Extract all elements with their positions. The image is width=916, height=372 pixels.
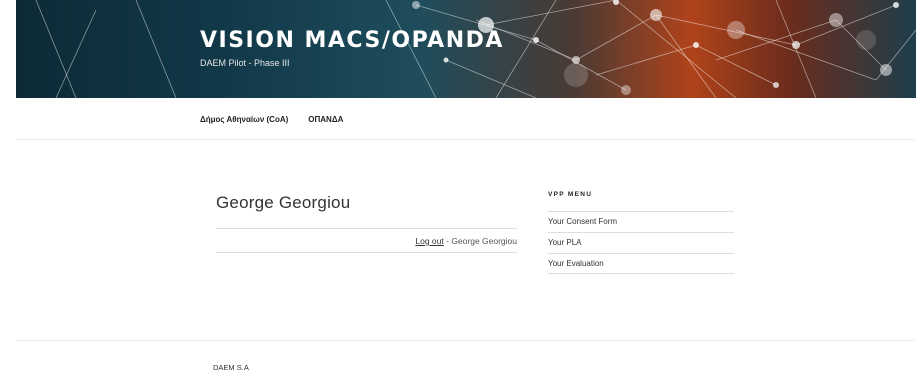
logout-row: Log out - George Georgiou	[216, 236, 517, 246]
footer-divider	[16, 340, 916, 341]
logout-username: - George Georgiou	[443, 236, 517, 246]
logout-link[interactable]: Log out	[415, 236, 443, 246]
page-title: George Georgiou	[216, 193, 351, 212]
site-title[interactable]: VISION MACS/OPANDA	[200, 28, 504, 53]
footer-text: DAEM S.A	[213, 363, 249, 372]
nav-item-opanda[interactable]: ΟΠΑΝΔΑ	[308, 115, 343, 124]
sidebar-widget-title: VPP MENU	[548, 191, 593, 198]
sidebar-item-consent-form[interactable]: Your Consent Form	[548, 211, 734, 232]
entry-divider-bottom	[216, 252, 517, 253]
sidebar-item-pla[interactable]: Your PLA	[548, 232, 734, 253]
main-navigation: Δήμος Αθηναίων (CoA) ΟΠΑΝΔΑ	[200, 115, 343, 124]
entry-divider-top	[216, 228, 517, 229]
site-description: DAEM Pilot - Phase III	[200, 58, 290, 68]
nav-item-coa[interactable]: Δήμος Αθηναίων (CoA)	[200, 115, 288, 124]
sidebar-item-evaluation[interactable]: Your Evaluation	[548, 253, 734, 274]
vpp-menu: Your Consent Form Your PLA Your Evaluati…	[548, 211, 734, 274]
nav-divider	[16, 139, 916, 140]
